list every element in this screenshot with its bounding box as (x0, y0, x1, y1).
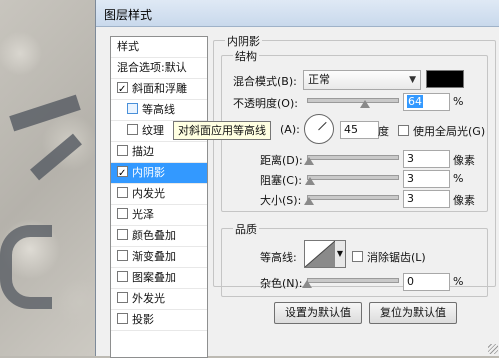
noise-unit: % (453, 275, 464, 288)
choke-label: 阻塞(C): (260, 174, 302, 187)
choke-slider[interactable] (307, 175, 399, 180)
contour-dropdown-icon[interactable]: ▼ (335, 240, 346, 268)
style-item-checkbox[interactable] (117, 229, 128, 240)
opacity-slider-thumb[interactable] (359, 100, 370, 108)
window-title: 图层样式 (104, 8, 153, 22)
style-list-header[interactable]: 样式 (111, 37, 207, 58)
choke-value: 3 (407, 172, 414, 185)
style-item-checkbox[interactable] (117, 145, 128, 156)
contour-picker[interactable] (304, 240, 336, 268)
style-item[interactable]: 内发光 (111, 184, 207, 205)
style-item-label: 内发光 (132, 187, 165, 200)
distance-slider-thumb[interactable] (303, 157, 314, 165)
background-artwork-curve (0, 225, 52, 309)
style-item[interactable]: 渐变叠加 (111, 247, 207, 268)
antialias-checkbox[interactable]: 消除锯齿(L) (352, 249, 426, 265)
size-slider-thumb[interactable] (303, 197, 314, 205)
style-item-label: 斜面和浮雕 (132, 82, 187, 95)
angle-input[interactable]: 45 (340, 121, 379, 139)
style-item-label: 纹理 (142, 124, 164, 137)
style-list: 样式 混合选项:默认 斜面和浮雕等高线纹理描边内阴影内发光光泽颜色叠加渐变叠加图… (110, 36, 208, 358)
style-item-checkbox[interactable] (117, 313, 128, 324)
angle-label: (A): (280, 123, 300, 136)
distance-input[interactable]: 3 (403, 150, 450, 168)
angle-unit: 度 (378, 125, 389, 138)
style-item-label: 渐变叠加 (132, 250, 176, 263)
title-bar[interactable]: 图层样式 (96, 0, 499, 27)
angle-value: 45 (344, 123, 358, 136)
style-item[interactable]: 光泽 (111, 205, 207, 226)
global-light-label: 使用全局光(G) (413, 125, 486, 138)
style-item-label: 投影 (132, 313, 154, 326)
opacity-unit: % (453, 95, 464, 108)
style-item[interactable]: 描边 (111, 142, 207, 163)
blend-mode-label: 混合模式(B): (233, 75, 297, 88)
style-item-checkbox[interactable] (127, 103, 138, 114)
size-value: 3 (407, 192, 414, 205)
style-item[interactable]: 颜色叠加 (111, 226, 207, 247)
size-unit: 像素 (453, 194, 475, 207)
noise-slider-thumb[interactable] (302, 280, 312, 288)
shadow-color-swatch[interactable] (426, 70, 464, 88)
reset-default-button[interactable]: 复位为默认值 (369, 302, 457, 324)
global-light-checkbox[interactable]: 使用全局光(G) (398, 123, 485, 139)
contour-preview-icon (305, 241, 335, 267)
chevron-down-icon: ▼ (409, 75, 416, 85)
make-default-button[interactable]: 设置为默认值 (274, 302, 362, 324)
structure-legend: 结构 (233, 48, 259, 64)
resize-grip-icon[interactable] (488, 344, 498, 354)
distance-value: 3 (407, 152, 414, 165)
style-item-label: 颜色叠加 (132, 229, 176, 242)
opacity-slider[interactable] (307, 98, 399, 103)
blending-options-item[interactable]: 混合选项:默认 (111, 58, 207, 79)
style-item-checkbox[interactable] (117, 187, 128, 198)
style-item-label: 图案叠加 (132, 271, 176, 284)
noise-label: 杂色(N): (260, 277, 303, 290)
style-item-checkbox[interactable] (117, 271, 128, 282)
angle-dial[interactable] (304, 114, 334, 144)
style-item-label: 内阴影 (132, 166, 165, 179)
distance-slider[interactable] (307, 155, 399, 160)
style-item[interactable]: 图案叠加 (111, 268, 207, 289)
choke-slider-thumb[interactable] (304, 177, 315, 185)
quality-legend: 品质 (233, 221, 259, 237)
size-slider[interactable] (307, 195, 399, 200)
style-item-checkbox[interactable] (117, 250, 128, 261)
blend-mode-select[interactable]: 正常 ▼ (303, 70, 421, 90)
style-item[interactable]: 等高线 (111, 100, 207, 121)
style-item-checkbox[interactable] (117, 208, 128, 219)
distance-label: 距离(D): (260, 154, 303, 167)
noise-value: 0 (407, 275, 414, 288)
size-input[interactable]: 3 (403, 190, 450, 208)
style-item-checkbox[interactable] (117, 164, 128, 184)
opacity-label: 不透明度(O): (233, 97, 298, 110)
style-item[interactable]: 投影 (111, 310, 207, 331)
size-label: 大小(S): (260, 194, 302, 207)
opacity-value: 64 (407, 95, 423, 108)
antialias-label: 消除锯齿(L) (367, 251, 426, 264)
style-item-checkbox[interactable] (117, 292, 128, 303)
distance-unit: 像素 (453, 154, 475, 167)
noise-input[interactable]: 0 (403, 273, 450, 291)
tooltip: 对斜面应用等高线 (173, 121, 271, 140)
style-item[interactable]: 内阴影 (111, 163, 207, 184)
noise-slider[interactable] (307, 278, 399, 283)
section-title: 内阴影 (225, 33, 262, 49)
choke-input[interactable]: 3 (403, 170, 450, 188)
style-item-label: 光泽 (132, 208, 154, 221)
style-item-label: 等高线 (142, 103, 175, 116)
style-item-checkbox[interactable] (117, 80, 128, 100)
opacity-input[interactable]: 64 (403, 93, 450, 111)
style-item-label: 描边 (132, 145, 154, 158)
style-item-checkbox[interactable] (127, 124, 138, 135)
choke-unit: % (453, 172, 464, 185)
blend-mode-value: 正常 (308, 73, 330, 86)
layer-style-dialog: 图层样式 样式 混合选项:默认 斜面和浮雕等高线纹理描边内阴影内发光光泽颜色叠加… (95, 0, 499, 358)
style-item-label: 外发光 (132, 292, 165, 305)
style-item[interactable]: 斜面和浮雕 (111, 79, 207, 100)
style-item[interactable]: 外发光 (111, 289, 207, 310)
antialias-check-icon[interactable] (352, 251, 363, 262)
global-light-check-icon[interactable] (398, 125, 409, 136)
contour-label: 等高线: (260, 251, 297, 264)
